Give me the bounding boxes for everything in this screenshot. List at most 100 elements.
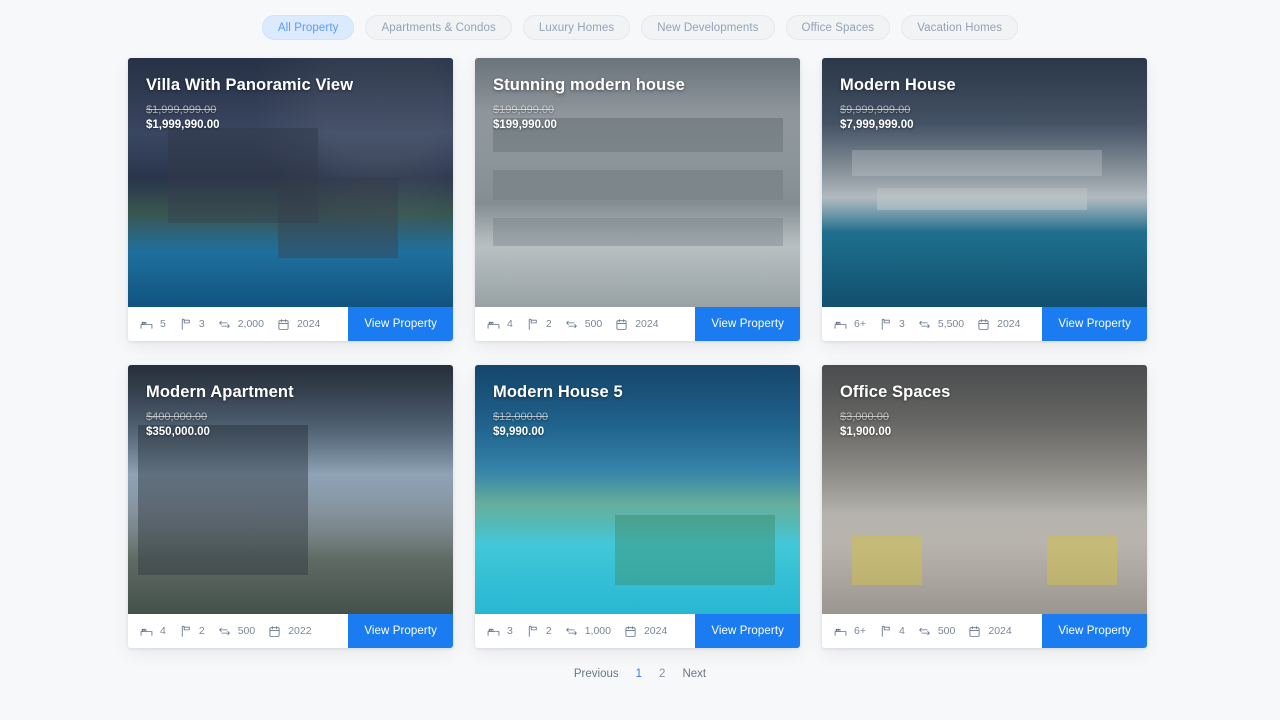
pagination-previous[interactable]: Previous [574,668,619,680]
photo-detail [493,218,783,246]
bed-icon [140,625,153,638]
property-year: 2024 [615,318,659,331]
property-beds: 4 [487,318,513,331]
filter-tab-vacation-homes[interactable]: Vacation Homes [901,15,1019,40]
property-photo [475,58,800,307]
area-icon [565,318,578,331]
area-icon [218,625,231,638]
area-icon [918,318,931,331]
property-area-value: 5,500 [937,318,965,330]
property-area-value: 500 [237,625,256,637]
property-specs: 3 2 1,000 2024 [475,625,680,638]
property-image: Stunning modern house $199,999.00 $199,990… [475,58,800,307]
photo-detail [852,535,922,585]
photo-detail [877,188,1087,210]
property-area-value: 500 [937,625,956,637]
view-property-button[interactable]: View Property [1042,307,1147,341]
property-baths: 3 [179,318,205,331]
property-specs: 5 3 2,000 2024 [128,318,333,331]
property-photo [822,365,1147,614]
bath-icon [879,318,892,331]
bed-icon [834,625,847,638]
property-year: 2024 [968,625,1012,638]
bath-icon [179,318,192,331]
view-property-button[interactable]: View Property [695,307,800,341]
property-baths: 2 [526,318,552,331]
property-footer: 5 3 2,000 2024 View Property [128,307,453,341]
property-year: 2022 [268,625,312,638]
property-card[interactable]: Villa With Panoramic View $1,999,999.00 $1… [128,58,453,341]
property-card[interactable]: Modern Apartment $400,000.00 $350,000.00 4 2… [128,365,453,648]
property-footer: 6+ 4 500 2024 View Property [822,614,1147,648]
property-beds-value: 3 [507,625,513,637]
property-card[interactable]: Modern House 5 $12,000.00 $9,990.00 3 2 1,000… [475,365,800,648]
photo-detail [138,425,308,575]
property-image: Modern Apartment $400,000.00 $350,000.00 [128,365,453,614]
filter-tab-new-developments[interactable]: New Developments [641,15,775,40]
property-beds: 5 [140,318,166,331]
property-baths: 2 [526,625,552,638]
filter-tab-apartments-condos[interactable]: Apartments & Condos [365,15,512,40]
property-beds-value: 4 [507,318,513,330]
property-specs: 4 2 500 2024 [475,318,672,331]
calendar-icon [977,318,990,331]
property-area-value: 500 [584,318,603,330]
property-year: 2024 [977,318,1020,331]
property-baths-value: 3 [198,318,205,330]
property-footer: 4 2 500 2022 View Property [128,614,453,648]
bath-icon [526,318,539,331]
photo-detail [1047,535,1117,585]
property-footer: 3 2 1,000 2024 View Property [475,614,800,648]
view-property-button[interactable]: View Property [348,614,453,648]
property-year-value: 2024 [296,318,321,330]
calendar-icon [268,625,281,638]
property-area-value: 1,000 [584,625,611,637]
property-baths-value: 2 [545,625,552,637]
property-area-value: 2,000 [237,318,264,330]
view-property-button[interactable]: View Property [695,614,800,648]
photo-detail [615,515,775,585]
property-footer: 4 2 500 2024 View Property [475,307,800,341]
pagination-page-2[interactable]: 2 [659,668,665,680]
property-specs: 6+ 4 500 2024 [822,625,1025,638]
photo-detail [278,178,398,258]
calendar-icon [968,625,981,638]
property-photo [475,365,800,614]
pagination-next[interactable]: Next [682,668,706,680]
property-baths-value: 3 [898,318,905,330]
property-image: Office Spaces $3,000.00 $1,900.00 [822,365,1147,614]
property-card[interactable]: Stunning modern house $199,999.00 $199,990… [475,58,800,341]
property-specs: 6+ 3 5,500 2024 [822,318,1033,331]
property-card[interactable]: Office Spaces $3,000.00 $1,900.00 6+ 4 500 202… [822,365,1147,648]
property-baths-value: 2 [198,625,205,637]
property-image: Modern House 5 $12,000.00 $9,990.00 [475,365,800,614]
property-grid: Villa With Panoramic View $1,999,999.00 $1… [128,58,1152,648]
property-area: 1,000 [565,625,611,638]
property-year-value: 2024 [635,318,659,330]
view-property-button[interactable]: View Property [1042,614,1147,648]
property-photo [128,365,453,614]
property-image: Villa With Panoramic View $1,999,999.00 $1… [128,58,453,307]
property-card[interactable]: Modern House $9,999,999.00 $7,999,999.00 6+… [822,58,1147,341]
property-area: 5,500 [918,318,964,331]
calendar-icon [624,625,637,638]
bath-icon [879,625,892,638]
property-baths-value: 4 [898,625,905,637]
filter-tab-luxury-homes[interactable]: Luxury Homes [522,15,631,40]
bed-icon [487,318,500,331]
property-baths-value: 2 [545,318,552,330]
property-beds: 6+ [834,318,866,331]
property-year-value: 2024 [643,625,668,637]
pagination: Previous 1 2 Next [0,668,1280,680]
area-icon [918,625,931,638]
photo-detail [168,128,318,223]
filter-tab-office-spaces[interactable]: Office Spaces [785,15,891,40]
filter-tab-all-property[interactable]: All Property [261,15,355,40]
property-filter-tabs: All Property Apartments & Condos Luxury Ho… [0,0,1280,40]
property-baths: 4 [879,625,905,638]
property-year-value: 2024 [988,625,1012,637]
property-beds-value: 4 [160,625,166,637]
property-beds-value: 6+ [854,625,866,637]
view-property-button[interactable]: View Property [348,307,453,341]
pagination-page-1[interactable]: 1 [636,668,642,680]
